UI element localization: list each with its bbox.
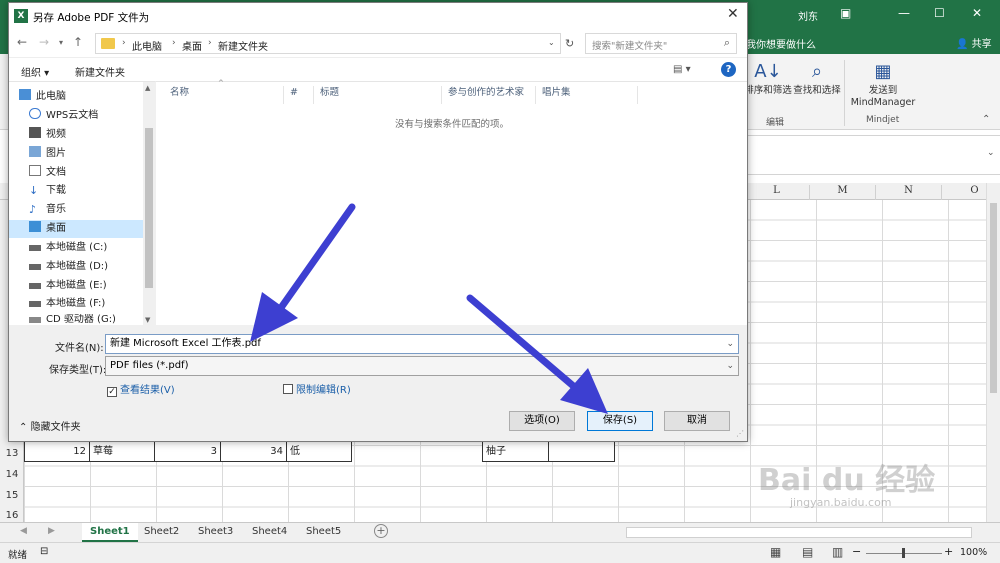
baidu-watermark-url: jingyan.baidu.com <box>790 496 892 509</box>
arrow-to-filename <box>250 203 356 342</box>
baidu-watermark: Bai du 经验 <box>758 463 936 498</box>
arrow-to-save-button <box>466 294 608 414</box>
